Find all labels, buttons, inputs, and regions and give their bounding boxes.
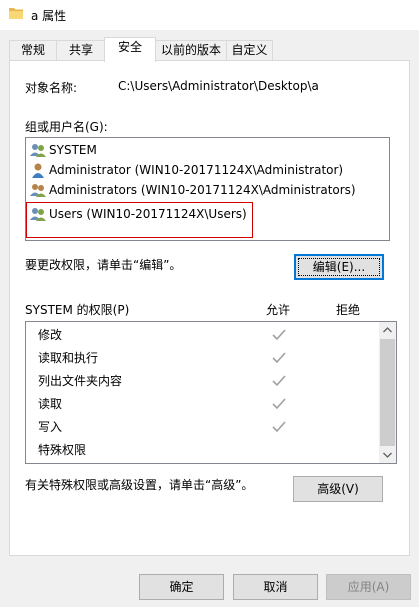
group-user-label: 组或用户名(G):: [25, 120, 108, 134]
allow-header: 允许: [266, 303, 291, 317]
permission-row: 写入: [38, 418, 62, 441]
user-group-icon: [30, 144, 46, 157]
advanced-button-label: 高级(V): [317, 482, 359, 496]
highlight-annotation: [26, 202, 253, 238]
permissions-header: SYSTEM 的权限(P): [25, 303, 130, 317]
permission-row: 读取和执行: [38, 349, 98, 372]
permissions-list[interactable]: 修改 读取和执行 列出文件夹内容 读取 写入 特殊权限: [25, 321, 397, 464]
deny-header: 拒绝: [336, 303, 361, 317]
apply-button-label: 应用(A): [347, 580, 390, 594]
window-title: a 属性: [31, 9, 67, 23]
cancel-button-label: 取消: [263, 580, 288, 594]
allow-check-icon: [272, 398, 286, 410]
cancel-button[interactable]: 取消: [233, 574, 318, 600]
tab-customize[interactable]: 自定义: [226, 40, 273, 61]
permission-row: 修改: [38, 326, 62, 349]
tab-previous-versions[interactable]: 以前的版本: [155, 40, 227, 61]
folder-icon: [9, 8, 23, 19]
permission-row: 特殊权限: [38, 441, 86, 464]
list-item-label: Administrator (WIN10-20171124X\Administr…: [49, 163, 344, 177]
permission-name: 写入: [38, 420, 63, 434]
edit-button[interactable]: 编辑(E)...: [294, 254, 384, 280]
permission-name: 读取和执行: [38, 351, 99, 365]
permission-name: 特殊权限: [38, 443, 87, 457]
scroll-down-icon[interactable]: [379, 446, 396, 463]
permission-name: 列出文件夹内容: [38, 374, 123, 388]
object-name-value: C:\Users\Administrator\Desktop\a: [118, 79, 319, 93]
list-item-label: Administrators (WIN10-20171124X\Administ…: [49, 183, 356, 197]
permission-row: 列出文件夹内容: [38, 372, 122, 395]
permission-name: 读取: [38, 397, 63, 411]
change-permission-hint: 要更改权限，请单击“编辑”。: [25, 258, 182, 272]
focus-rect: [298, 258, 380, 276]
permission-name: 修改: [38, 328, 63, 342]
permission-row: 读取: [38, 395, 62, 418]
object-name-label: 对象名称:: [25, 81, 78, 95]
ok-button[interactable]: 确定: [139, 574, 224, 600]
allow-check-icon: [272, 352, 286, 364]
advanced-hint: 有关特殊权限或高级设置，请单击“高级”。: [25, 478, 254, 492]
allow-check-icon: [272, 421, 286, 433]
tab-sharing[interactable]: 共享: [56, 40, 106, 61]
allow-check-icon: [272, 375, 286, 387]
list-item-label: SYSTEM: [49, 143, 97, 157]
ok-button-label: 确定: [169, 580, 194, 594]
title-bar: a 属性: [0, 0, 419, 30]
scroll-up-icon[interactable]: [379, 322, 396, 339]
permissions-scrollbar[interactable]: [379, 322, 396, 463]
tab-security[interactable]: 安全: [104, 37, 156, 62]
tab-strip: 常规 共享 安全 以前的版本 自定义: [0, 37, 419, 62]
user-group-icon: [30, 184, 46, 197]
tab-general[interactable]: 常规: [9, 40, 57, 61]
apply-button[interactable]: 应用(A): [326, 574, 411, 600]
advanced-button[interactable]: 高级(V): [293, 476, 383, 502]
user-icon: [32, 163, 44, 178]
scroll-thumb[interactable]: [380, 339, 395, 446]
allow-check-icon: [272, 329, 286, 341]
